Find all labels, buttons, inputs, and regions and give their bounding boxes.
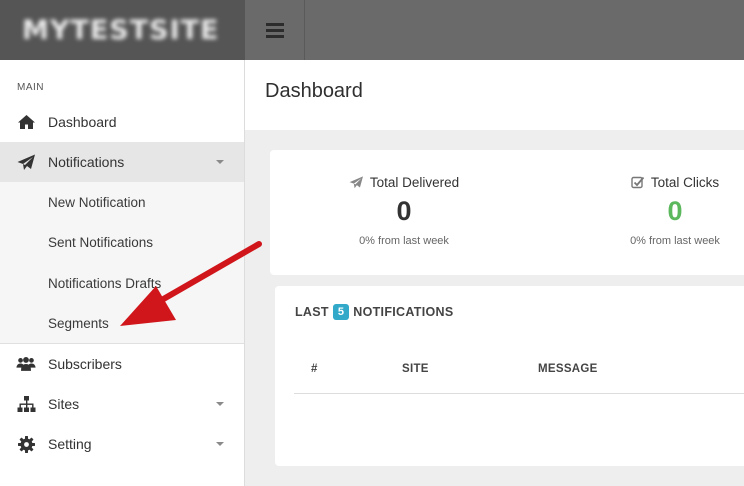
card-title: LAST 5 NOTIFICATIONS [295, 304, 453, 320]
main-content: Dashboard Total Delivered 0 0% from last… [245, 60, 744, 486]
last-notifications-card: LAST 5 NOTIFICATIONS # SITE MESSAGE [275, 286, 744, 466]
sidebar-item-label: Dashboard [48, 114, 117, 130]
gear-icon [16, 435, 36, 453]
sidebar-item-dashboard[interactable]: Dashboard [0, 102, 244, 142]
top-bar [245, 0, 744, 60]
table-header-divider [294, 393, 744, 394]
sidebar-item-sites[interactable]: Sites [0, 384, 244, 424]
home-icon [16, 113, 36, 131]
column-header-message[interactable]: MESSAGE [538, 363, 598, 375]
users-icon [16, 355, 36, 373]
sidebar-item-notifications[interactable]: Notifications [0, 142, 244, 182]
sidebar-heading: MAIN [17, 82, 44, 93]
page-header: Dashboard [245, 60, 744, 130]
stat-change: 0% from last week [630, 235, 720, 247]
stat-label: Total Delivered [369, 175, 460, 190]
count-badge: 5 [332, 304, 350, 320]
column-header-site[interactable]: SITE [402, 363, 429, 375]
stat-change: 0% from last week [359, 235, 449, 247]
sidebar-item-label: Setting [48, 436, 92, 452]
brand-logo[interactable]: MYTESTSITE [0, 0, 245, 60]
hamburger-icon [265, 22, 284, 38]
sitemap-icon [16, 395, 36, 413]
sidebar-item-setting[interactable]: Setting [0, 424, 244, 464]
stat-label: Total Clicks [650, 175, 720, 190]
stats-card: Total Delivered 0 0% from last week Tota… [270, 150, 744, 275]
paper-plane-icon [16, 153, 36, 171]
stat-value: 0 [667, 196, 683, 226]
title-suffix: NOTIFICATIONS [353, 305, 454, 319]
column-header-number[interactable]: # [311, 363, 318, 375]
sidebar-item-label: Notifications [48, 154, 125, 170]
page-title: Dashboard [265, 80, 363, 102]
sidebar-item-subscribers[interactable]: Subscribers [0, 344, 244, 384]
notifications-submenu: New Notification Sent Notifications Noti… [0, 182, 244, 344]
checkbox-icon [631, 176, 645, 189]
menu-toggle-button[interactable] [245, 0, 305, 60]
paper-plane-icon [349, 176, 363, 189]
sidebar-item-label: Subscribers [48, 356, 122, 372]
submenu-item-segments[interactable]: Segments [48, 316, 109, 331]
submenu-item-notifications-drafts[interactable]: Notifications Drafts [48, 276, 161, 291]
stat-value: 0 [396, 196, 412, 226]
chevron-down-icon [216, 442, 224, 446]
title-prefix: LAST [295, 305, 329, 319]
sidebar-item-label: Sites [48, 396, 80, 412]
sidebar: MAIN Dashboard Notifications New Notific… [0, 60, 245, 486]
submenu-item-new-notification[interactable]: New Notification [48, 195, 146, 210]
chevron-down-icon [216, 160, 224, 164]
submenu-item-sent-notifications[interactable]: Sent Notifications [48, 235, 153, 250]
brand-name: MYTESTSITE [22, 14, 220, 46]
chevron-down-icon [216, 402, 224, 406]
